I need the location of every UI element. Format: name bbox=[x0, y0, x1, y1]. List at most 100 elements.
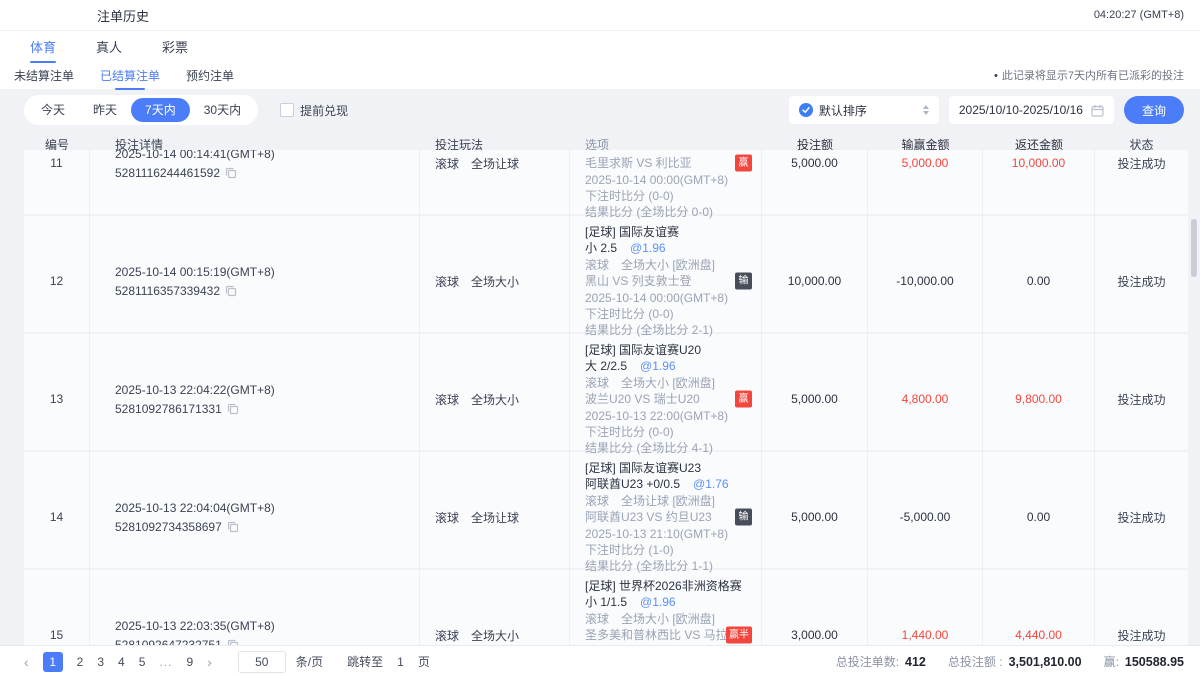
filter-yesterday[interactable]: 昨天 bbox=[79, 98, 131, 122]
table-body[interactable]: 11 2025-10-14 00:14:41(GMT+8) 5281116244… bbox=[0, 150, 1200, 654]
per-page-label: 条/页 bbox=[296, 653, 323, 670]
result-badge: 赢半 bbox=[726, 627, 752, 644]
match-time: 2025-10-13 21:10(GMT+8) bbox=[585, 526, 727, 542]
selection: 阿联酋U23 +0/0.5 bbox=[585, 477, 680, 491]
bet-detail-cell: 2025-10-13 22:03:35(GMT+8) 5281092647232… bbox=[90, 570, 420, 654]
prev-page-icon[interactable]: ‹ bbox=[24, 655, 29, 669]
page-unit-label: 页 bbox=[418, 653, 430, 670]
status: 投注成功 bbox=[1095, 452, 1188, 583]
result-badge: 输 bbox=[735, 509, 752, 526]
total-amount: 总投注额 : 3,501,810.00 bbox=[948, 653, 1082, 670]
odds: @1.76 bbox=[693, 477, 729, 491]
table-row: 13 2025-10-13 22:04:22(GMT+8) 5281092786… bbox=[24, 334, 1188, 450]
table-row: 15 2025-10-13 22:03:35(GMT+8) 5281092647… bbox=[24, 570, 1188, 654]
status: 投注成功 bbox=[1095, 570, 1188, 654]
status: 投注成功 bbox=[1095, 216, 1188, 347]
bet-time: 2025-10-14 00:15:19(GMT+8) bbox=[115, 265, 419, 279]
record-note: •此记录将显示7天内所有已派彩的投注 bbox=[994, 67, 1184, 83]
bet-number: 5281092734358697 bbox=[115, 520, 222, 534]
win-loss-amount: 1,440.00 bbox=[868, 570, 983, 654]
filter-today[interactable]: 今天 bbox=[27, 98, 79, 122]
sort-label: 默认排序 bbox=[819, 102, 867, 119]
sort-caret-icon bbox=[923, 105, 929, 115]
quick-date-group: 今天 昨天 7天内 30天内 bbox=[24, 95, 258, 125]
total-amount-value: 3,501,810.00 bbox=[1009, 655, 1082, 669]
sort-select[interactable]: 默认排序 bbox=[789, 96, 939, 124]
sub-tabs-row: 未结算注单 已结算注单 预约注单 •此记录将显示7天内所有已派彩的投注 bbox=[0, 61, 1200, 89]
subtab-reserved[interactable]: 预约注单 bbox=[186, 67, 234, 84]
option-cell: [足球] 世界杯2026非洲资格赛 小 1/1.5@1.96 滚球 全场大小 [… bbox=[570, 570, 762, 654]
copy-icon[interactable] bbox=[225, 285, 237, 297]
market: 滚球 全场大小 [欧洲盘] bbox=[585, 257, 727, 273]
early-cashout-label: 提前兑现 bbox=[300, 102, 348, 119]
page-9[interactable]: 9 bbox=[186, 655, 193, 669]
calendar-icon bbox=[1091, 104, 1104, 117]
page-3[interactable]: 3 bbox=[97, 655, 104, 669]
status: 投注成功 bbox=[1095, 334, 1188, 465]
selection-line: 大 2/2.5@1.96 bbox=[585, 358, 727, 374]
match-teams: 圣多美和普林西比 VS 马拉维 bbox=[585, 627, 727, 643]
early-cashout-checkbox[interactable]: 提前兑现 bbox=[280, 102, 348, 119]
checkbox-icon[interactable] bbox=[280, 103, 294, 117]
total-amount-label: 总投注额 : bbox=[948, 653, 1003, 670]
tab-sports[interactable]: 体育 bbox=[30, 37, 56, 61]
return-amount: 0.00 bbox=[983, 216, 1095, 347]
scrollbar-thumb[interactable] bbox=[1191, 219, 1197, 277]
copy-icon[interactable] bbox=[227, 403, 239, 415]
selection: 小 2.5 bbox=[585, 241, 617, 255]
play-type: 滚球 全场大小 bbox=[420, 570, 570, 654]
match-teams: 毛里求斯 VS 利比亚 bbox=[585, 155, 727, 171]
match-time: 2025-10-14 00:00(GMT+8) bbox=[585, 290, 727, 306]
pagination: ‹ 1 2 3 4 5 ... 9 › 条/页 跳转至 1 页 bbox=[24, 651, 430, 673]
odds: @1.96 bbox=[630, 241, 666, 255]
selection-line: 阿联酋U23 +0/0.5 @1.76 bbox=[585, 476, 727, 492]
market: 滚球 全场让球 [欧洲盘] bbox=[585, 493, 727, 509]
selection: 小 1/1.5 bbox=[585, 595, 627, 609]
return-amount: 0.00 bbox=[983, 452, 1095, 583]
score-at-bet: 下注时比分 (0-0) bbox=[585, 306, 727, 322]
totals-summary: 总投注单数: 412 总投注额 : 3,501,810.00 赢: 150588… bbox=[836, 653, 1184, 670]
total-bets: 总投注单数: 412 bbox=[836, 653, 926, 670]
subtab-unsettled[interactable]: 未结算注单 bbox=[14, 67, 74, 84]
page-size-input[interactable] bbox=[238, 651, 286, 673]
play-type: 滚球 全场让球 bbox=[420, 452, 570, 583]
copy-icon[interactable] bbox=[225, 167, 237, 179]
match-time: 2025-10-13 22:00(GMT+8) bbox=[585, 408, 727, 424]
page-4[interactable]: 4 bbox=[118, 655, 125, 669]
page-1[interactable]: 1 bbox=[43, 652, 63, 672]
league-name: [足球] 国际友谊赛U20 bbox=[585, 342, 727, 358]
bottom-bar: ‹ 1 2 3 4 5 ... 9 › 条/页 跳转至 1 页 总投注单数: 4… bbox=[0, 645, 1200, 677]
tab-lottery[interactable]: 彩票 bbox=[162, 37, 188, 61]
copy-icon[interactable] bbox=[227, 521, 239, 533]
bet-detail-cell: 2025-10-14 00:15:19(GMT+8) 5281116357339… bbox=[90, 216, 420, 347]
tab-live[interactable]: 真人 bbox=[96, 37, 122, 61]
total-win-label: 赢: bbox=[1104, 653, 1119, 670]
bet-history-page: 注单历史 04:20:27 (GMT+8) 体育 真人 彩票 未结算注单 已结算… bbox=[0, 0, 1200, 677]
main-tabs: 体育 真人 彩票 bbox=[0, 37, 1200, 61]
sub-tabs: 未结算注单 已结算注单 预约注单 bbox=[0, 67, 234, 84]
total-bets-value: 412 bbox=[905, 655, 926, 669]
next-page-icon[interactable]: › bbox=[207, 655, 212, 669]
filter-7days[interactable]: 7天内 bbox=[131, 98, 190, 122]
page-5[interactable]: 5 bbox=[139, 655, 146, 669]
date-range-picker[interactable]: 2025/10/10-2025/10/16 bbox=[949, 96, 1114, 124]
total-win: 赢: 150588.95 bbox=[1104, 653, 1184, 670]
check-circle-icon bbox=[799, 103, 813, 117]
top-bar: 注单历史 04:20:27 (GMT+8) bbox=[0, 0, 1200, 31]
selection: 大 2/2.5 bbox=[585, 359, 627, 373]
bet-time: 2025-10-13 22:04:22(GMT+8) bbox=[115, 383, 419, 397]
subtab-settled[interactable]: 已结算注单 bbox=[100, 67, 160, 84]
row-id: 15 bbox=[24, 570, 90, 654]
jump-page-value[interactable]: 1 bbox=[397, 655, 404, 669]
search-button[interactable]: 查询 bbox=[1124, 96, 1184, 124]
bet-amount: 5,000.00 bbox=[762, 334, 868, 465]
odds: @1.96 bbox=[640, 595, 676, 609]
page-ellipsis: ... bbox=[159, 655, 172, 669]
jump-to-label: 跳转至 bbox=[347, 653, 383, 670]
page-2[interactable]: 2 bbox=[77, 655, 84, 669]
bet-amount: 5,000.00 bbox=[762, 452, 868, 583]
bullet-icon: • bbox=[994, 70, 998, 82]
table-row: 14 2025-10-13 22:04:04(GMT+8) 5281092734… bbox=[24, 452, 1188, 568]
match-teams: 波兰U20 VS 瑞士U20 bbox=[585, 391, 727, 407]
filter-30days[interactable]: 30天内 bbox=[190, 98, 255, 122]
